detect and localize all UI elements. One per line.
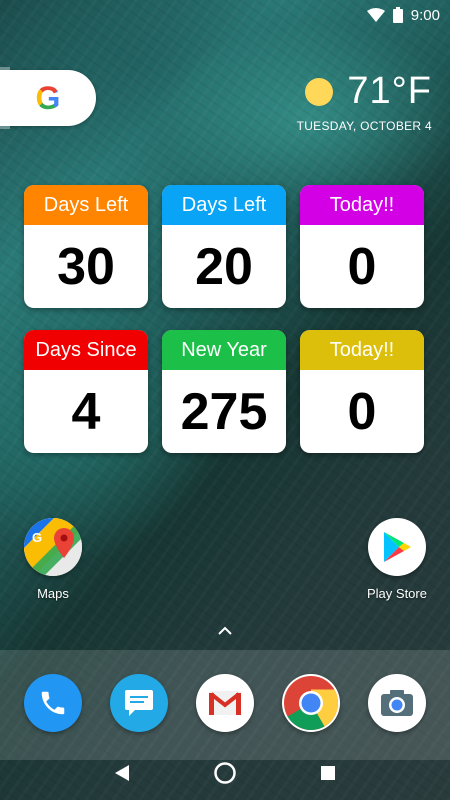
chrome-icon[interactable] [282, 674, 340, 732]
app-label: Maps [37, 586, 69, 601]
widget-title: Days Left [24, 185, 148, 225]
widget-value: 30 [57, 237, 115, 296]
wifi-icon [366, 8, 385, 22]
app-play-store[interactable]: Play Store [357, 518, 437, 601]
battery-icon [392, 7, 403, 23]
countdown-widget[interactable]: Today!! 0 [300, 330, 424, 453]
app-label: Play Store [367, 586, 427, 601]
widget-value: 20 [195, 237, 253, 296]
phone-icon[interactable] [24, 674, 82, 732]
back-icon[interactable] [109, 760, 135, 786]
widget-value: 0 [347, 382, 377, 441]
google-search-widget[interactable]: G [0, 67, 96, 129]
maps-icon: G [24, 518, 82, 576]
widget-value: 0 [347, 237, 377, 296]
weather-widget[interactable]: 71°F TUESDAY, OCTOBER 4 [297, 70, 432, 133]
play-store-icon [368, 518, 426, 576]
widget-title: Days Since [24, 330, 148, 370]
app-maps[interactable]: G Maps [13, 518, 93, 601]
sun-icon [305, 77, 334, 106]
app-drawer-chevron-icon[interactable] [213, 622, 237, 641]
home-icon[interactable] [212, 760, 238, 786]
widget-value: 4 [71, 382, 101, 441]
dock [0, 650, 450, 760]
recents-icon[interactable] [315, 760, 341, 786]
widget-title: Today!! [300, 330, 424, 370]
countdown-widget[interactable]: Days Left 30 [24, 185, 148, 308]
widget-title: Today!! [300, 185, 424, 225]
widget-title: New Year [162, 330, 286, 370]
status-bar: 9:00 [0, 0, 450, 30]
svg-text:G: G [32, 530, 42, 545]
messages-icon[interactable] [110, 674, 168, 732]
google-g-icon: G [35, 79, 61, 116]
countdown-widget[interactable]: New Year 275 [162, 330, 286, 453]
countdown-widget[interactable]: Days Since 4 [24, 330, 148, 453]
countdown-widget[interactable]: Today!! 0 [300, 185, 424, 308]
clock: 9:00 [410, 6, 440, 24]
temperature: 71°F [347, 70, 432, 112]
date-label: TUESDAY, OCTOBER 4 [296, 119, 432, 133]
camera-icon[interactable] [368, 674, 426, 732]
navigation-bar [0, 745, 450, 800]
gmail-icon[interactable] [196, 674, 254, 732]
widget-value: 275 [180, 382, 268, 441]
countdown-widget[interactable]: Days Left 20 [162, 185, 286, 308]
widget-title: Days Left [162, 185, 286, 225]
